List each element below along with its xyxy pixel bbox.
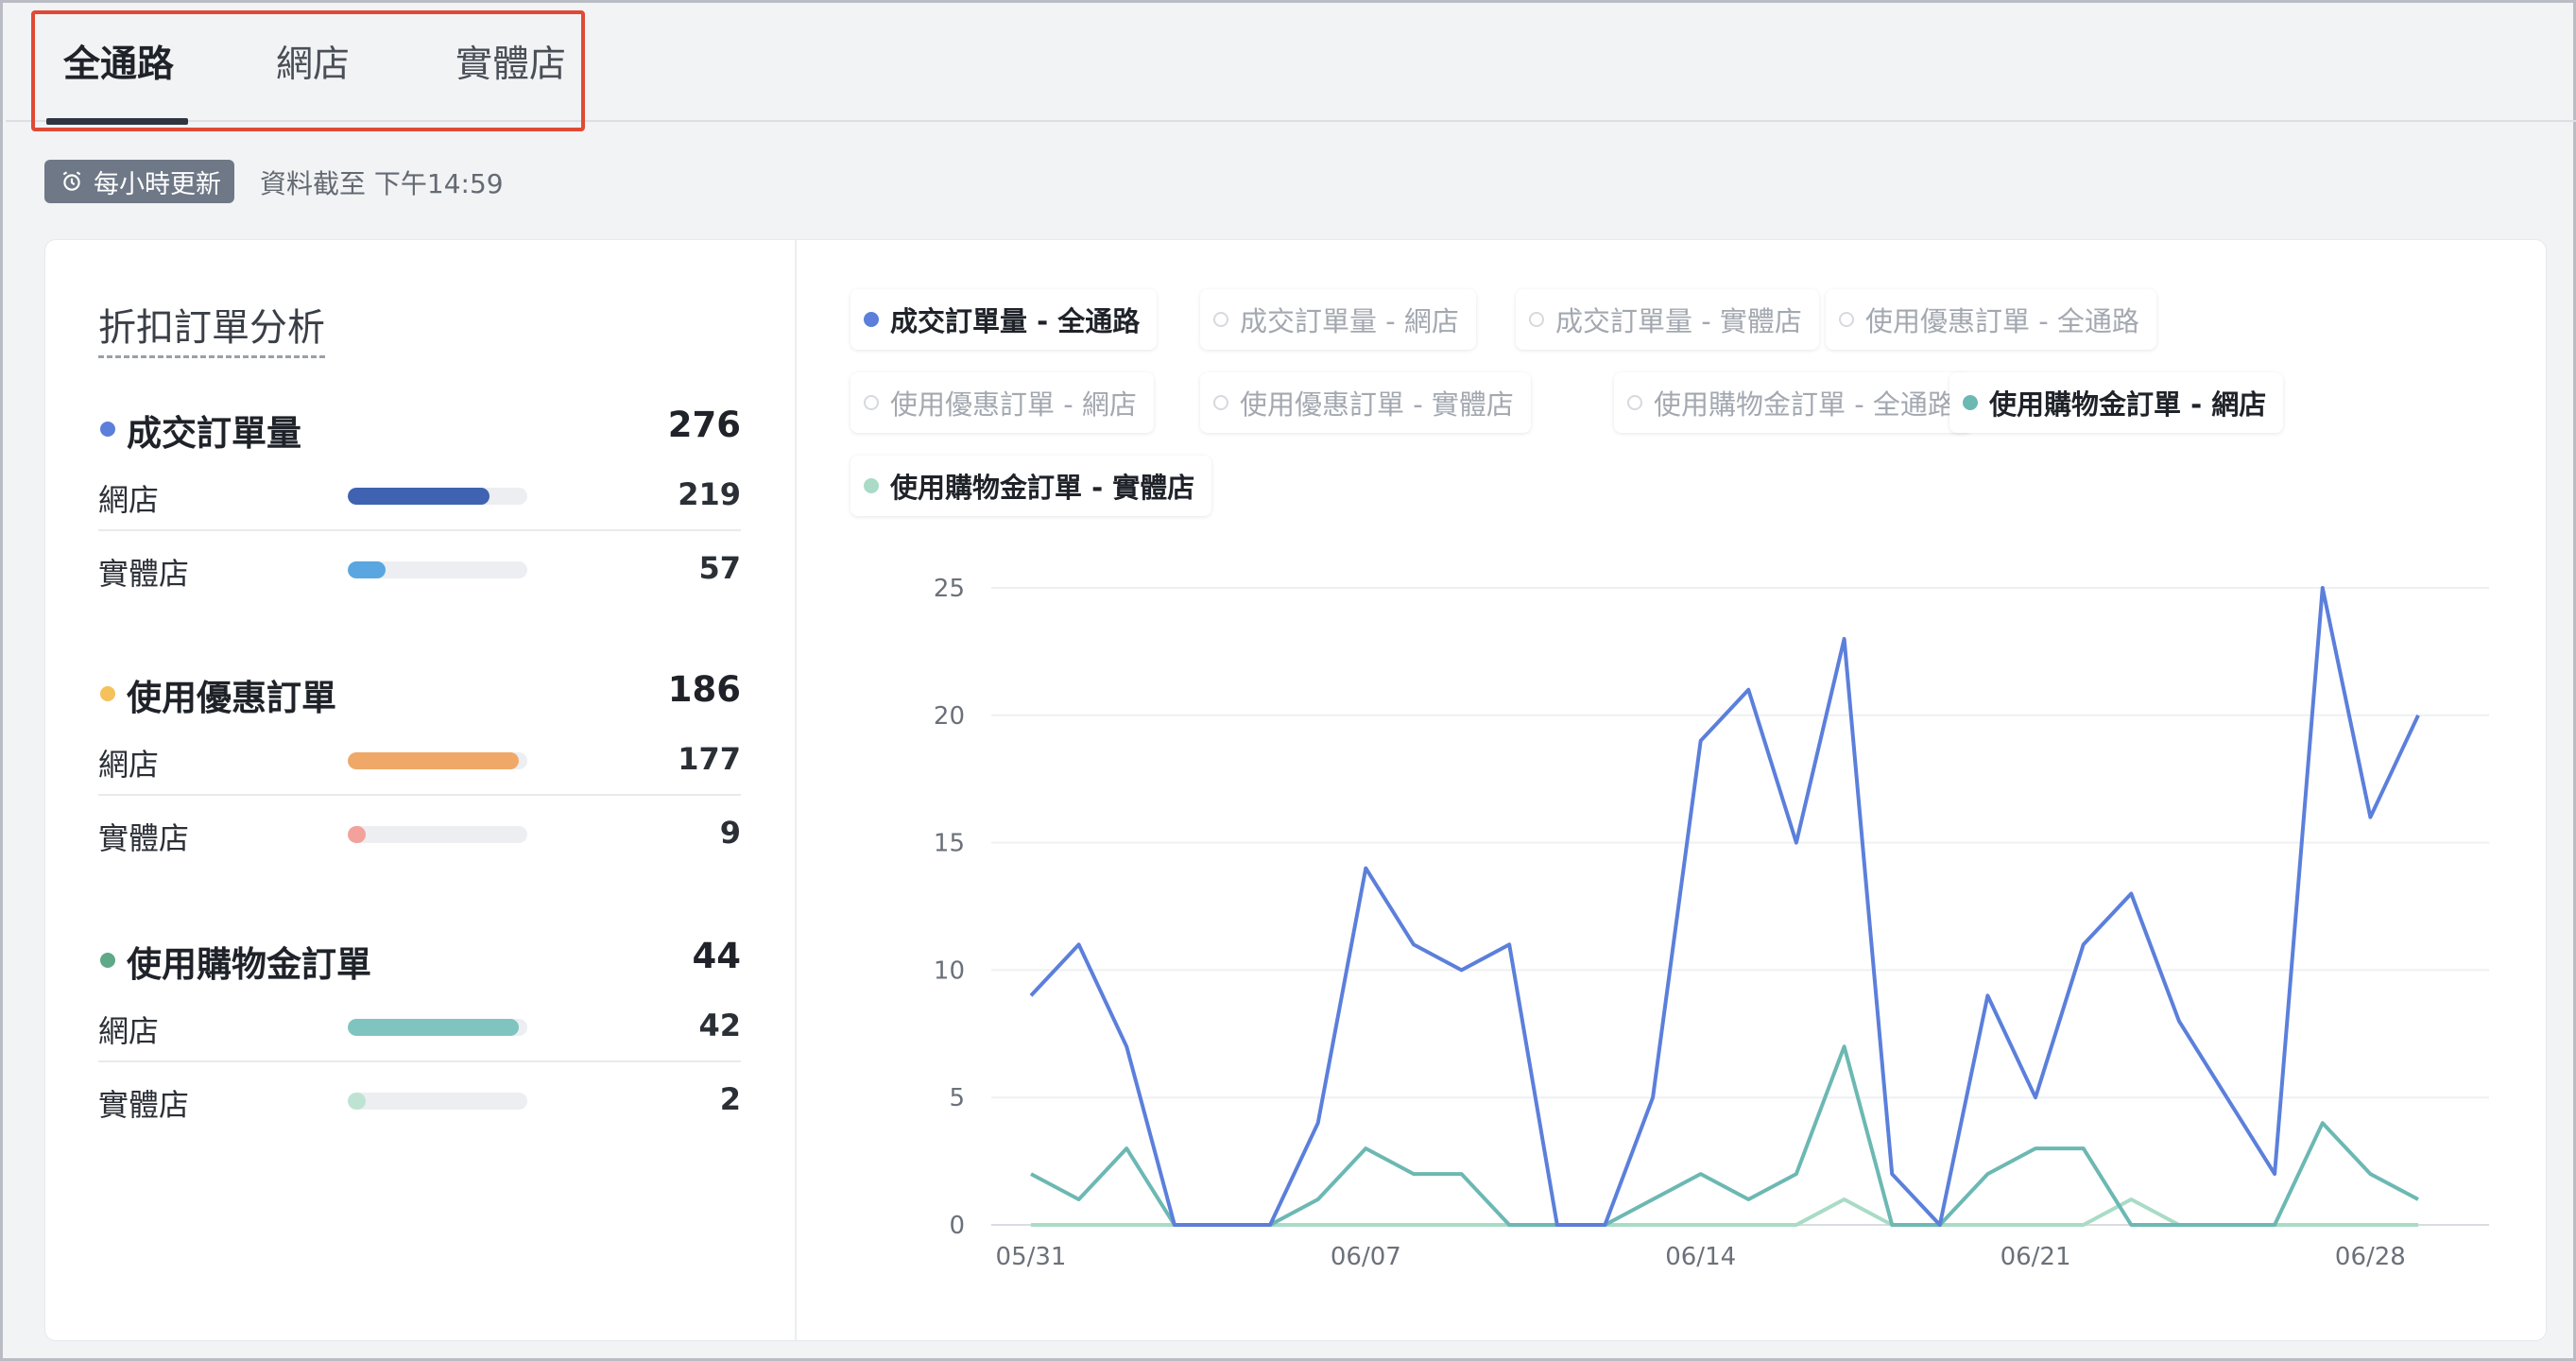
share-bar [348,1093,527,1110]
alarm-clock-icon [62,171,81,191]
channel-row: 實體店 9 [98,796,741,870]
group-name: 成交訂單量 [127,413,301,454]
share-bar-fill [348,561,386,578]
channel-row: 網店 219 [98,457,741,531]
share-bar-fill [348,752,519,769]
legend-item[interactable]: 成交訂單量 - 網店 [1200,289,1476,350]
legend-dot [1529,312,1544,327]
legend-dot [1627,395,1642,410]
legend-item[interactable]: 使用購物金訂單 - 網店 [1949,372,2284,433]
discount-analysis-card: 折扣訂單分析 成交訂單量 276 網店 219 實體店 57 使用優惠訂單 186 網店 177 實… [44,239,2547,1342]
channel-label: 網店 [98,747,160,783]
channel-value: 9 [719,815,741,851]
channel-label: 實體店 [98,1087,190,1123]
tab-physical-store[interactable]: 實體店 [455,35,566,120]
group-name: 使用優惠訂單 [127,678,336,718]
group-total: 44 [692,936,742,976]
summary-group: 使用購物金訂單 44 網店 42 實體店 2 [98,932,741,1136]
legend-item[interactable]: 使用優惠訂單 - 全通路 [1826,289,2156,350]
group-total: 186 [667,669,741,710]
channel-row: 實體店 2 [98,1062,741,1136]
share-bar-fill [348,488,490,505]
group-header: 使用購物金訂單 44 [98,932,741,989]
legend-label: 成交訂單量 - 實體店 [1555,305,1802,337]
share-bar-fill [348,1019,519,1036]
legend-label: 成交訂單量 - 全通路 [890,305,1141,337]
tab-all-channels[interactable]: 全通路 [63,35,174,120]
share-bar [348,826,527,843]
group-header: 使用優惠訂單 186 [98,665,741,722]
channel-row: 實體店 57 [98,531,741,605]
y-tick-label: 15 [934,830,965,858]
card-divider [795,240,797,1342]
channel-row: 網店 42 [98,989,741,1062]
legend-item[interactable]: 使用優惠訂單 - 網店 [850,372,1154,433]
legend-label: 使用優惠訂單 - 網店 [890,388,1137,421]
legend-item[interactable]: 使用購物金訂單 - 實體店 [850,456,1212,516]
channel-row: 網店 177 [98,722,741,796]
active-tab-indicator [46,118,188,125]
legend-dot [1213,312,1228,327]
y-tick-label: 0 [949,1212,965,1240]
y-tick-label: 10 [934,956,965,985]
channel-label: 網店 [98,1013,160,1049]
series-line [1029,586,2420,1227]
update-frequency-label: 每小時更新 [94,169,221,199]
share-bar [348,488,527,505]
legend-item[interactable]: 使用購物金訂單 - 全通路 [1614,372,1972,433]
group-header: 成交訂單量 276 [98,401,741,457]
legend-dot [864,478,879,493]
panel-title[interactable]: 折扣訂單分析 [98,297,325,358]
dashboard-window: 全通路 網店 實體店 每小時更新 資料截至 下午14:59 折扣訂單分析 成交訂… [0,0,2576,1361]
channel-value: 57 [698,550,741,586]
group-color-dot [100,953,115,968]
channel-tabs: 全通路 網店 實體店 [31,10,585,131]
summary-group: 成交訂單量 276 網店 219 實體店 57 [98,401,741,605]
line-chart: 0 5 10 15 20 25 05/31 06/07 06/14 06/21 06/28 [934,575,2489,1271]
legend-label: 使用優惠訂單 - 實體店 [1240,388,1514,421]
group-name: 使用購物金訂單 [127,944,371,985]
legend-label: 成交訂單量 - 網店 [1240,305,1459,337]
channel-value: 42 [698,1008,741,1043]
legend-item[interactable]: 使用優惠訂單 - 實體店 [1200,372,1531,433]
channel-label: 實體店 [98,820,190,856]
y-tick-label: 5 [949,1084,965,1112]
share-bar-fill [348,1093,366,1110]
legend-dot [864,395,879,410]
share-bar [348,1019,527,1036]
legend-label: 使用購物金訂單 - 實體店 [890,472,1195,504]
series-line [1031,1197,2418,1227]
data-timestamp: 資料截至 下午14:59 [260,168,504,199]
legend-item[interactable]: 成交訂單量 - 全通路 [850,289,1158,350]
channel-label: 實體店 [98,556,190,592]
x-tick-label: 05/31 [996,1243,1067,1271]
x-tick-label: 06/28 [2335,1243,2406,1271]
share-bar [348,752,527,769]
x-tick-label: 06/07 [1331,1243,1401,1271]
channel-label: 網店 [98,482,160,518]
channel-value: 177 [678,741,741,777]
group-color-dot [100,422,115,437]
group-total: 276 [667,405,741,445]
legend-label: 使用購物金訂單 - 網店 [1989,388,2267,421]
legend-dot [1963,395,1978,410]
group-color-dot [100,686,115,701]
legend-dot [1213,395,1228,410]
y-tick-label: 20 [934,702,965,731]
summary-group: 使用優惠訂單 186 網店 177 實體店 9 [98,665,741,870]
share-bar [348,561,527,578]
channel-value: 219 [678,476,741,512]
legend-item[interactable]: 成交訂單量 - 實體店 [1516,289,1819,350]
share-bar-fill [348,826,366,843]
y-tick-label: 25 [934,575,965,603]
update-frequency-badge: 每小時更新 [44,160,234,203]
legend-dot [864,312,879,327]
x-tick-label: 06/21 [2001,1243,2071,1271]
legend-dot [1839,312,1854,327]
tab-online-store[interactable]: 網店 [276,35,350,120]
legend-label: 使用優惠訂單 - 全通路 [1865,305,2139,337]
x-tick-label: 06/14 [1665,1243,1736,1271]
channel-value: 2 [719,1081,741,1117]
legend-label: 使用購物金訂單 - 全通路 [1654,388,1955,421]
